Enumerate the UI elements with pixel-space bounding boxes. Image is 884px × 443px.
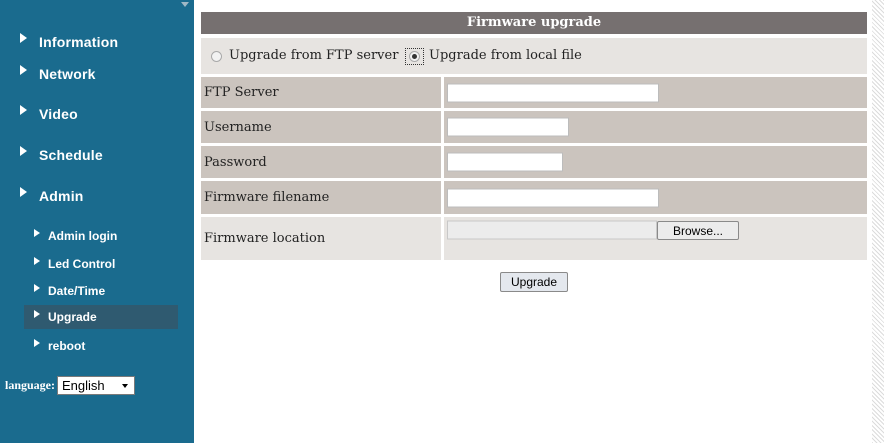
nav-date-time[interactable]: Date/Time bbox=[34, 284, 105, 298]
page-edge-shadow bbox=[872, 0, 884, 443]
nav-schedule[interactable]: Schedule bbox=[20, 146, 103, 163]
upgrade-button[interactable]: Upgrade bbox=[500, 272, 568, 292]
row-firmware-location: Firmware location Browse... bbox=[201, 217, 867, 260]
column-divider bbox=[441, 77, 444, 108]
firmware-location-label: Firmware location bbox=[204, 231, 326, 246]
username-input[interactable] bbox=[447, 117, 569, 137]
language-row: language: English bbox=[5, 376, 136, 395]
firmware-filename-input[interactable] bbox=[447, 188, 659, 207]
nav-led-control-label: Led Control bbox=[48, 257, 116, 271]
nav-information-label: Information bbox=[39, 34, 119, 50]
password-input[interactable] bbox=[447, 152, 563, 172]
triangle-right-icon bbox=[34, 339, 40, 347]
row-ftp-server: FTP Server bbox=[201, 77, 867, 108]
triangle-right-icon bbox=[34, 284, 40, 292]
nav-network-label: Network bbox=[39, 66, 96, 82]
nav-admin[interactable]: Admin bbox=[20, 187, 84, 204]
triangle-right-icon bbox=[20, 65, 27, 75]
row-username: Username bbox=[201, 111, 867, 143]
chevron-down-icon bbox=[122, 384, 129, 388]
nav-admin-login[interactable]: Admin login bbox=[34, 229, 117, 243]
nav-upgrade-label: Upgrade bbox=[48, 310, 97, 324]
page-title: Firmware upgrade bbox=[201, 12, 867, 34]
row-firmware-filename: Firmware filename bbox=[201, 181, 867, 214]
nav-video-label: Video bbox=[39, 106, 78, 122]
nav-reboot[interactable]: reboot bbox=[34, 339, 85, 353]
column-divider bbox=[441, 217, 444, 260]
radio-local-file[interactable] bbox=[409, 51, 420, 62]
ftp-server-label: FTP Server bbox=[204, 85, 279, 100]
nav-admin-label: Admin bbox=[39, 188, 84, 204]
column-divider bbox=[441, 111, 444, 143]
radio-ftp-label[interactable]: Upgrade from FTP server bbox=[229, 48, 398, 63]
language-label: language: bbox=[5, 378, 56, 392]
browse-button[interactable]: Browse... bbox=[657, 221, 739, 240]
nav-network[interactable]: Network bbox=[20, 65, 96, 82]
firmware-location-input[interactable] bbox=[447, 220, 657, 240]
nav-led-control[interactable]: Led Control bbox=[34, 257, 115, 271]
scroll-up-arrow-icon[interactable] bbox=[181, 2, 189, 7]
firmware-filename-label: Firmware filename bbox=[204, 190, 330, 205]
upgrade-source-row: Upgrade from FTP server Upgrade from loc… bbox=[201, 38, 867, 74]
column-divider bbox=[441, 146, 444, 178]
radio-ftp-server[interactable] bbox=[211, 51, 222, 62]
password-label: Password bbox=[204, 154, 267, 170]
nav-upgrade[interactable]: Upgrade bbox=[24, 305, 178, 329]
nav-date-time-label: Date/Time bbox=[48, 284, 106, 298]
nav-admin-login-label: Admin login bbox=[48, 229, 118, 243]
radio-local-label[interactable]: Upgrade from local file bbox=[429, 48, 582, 63]
language-select[interactable]: English bbox=[57, 376, 136, 395]
ftp-server-input[interactable] bbox=[447, 83, 659, 102]
nav-reboot-label: reboot bbox=[48, 339, 86, 353]
triangle-right-icon bbox=[20, 187, 27, 197]
sidebar: Information Network Video Schedule Admin… bbox=[0, 0, 194, 443]
nav-information[interactable]: Information bbox=[20, 33, 119, 50]
triangle-right-icon bbox=[34, 310, 40, 318]
row-password: Password bbox=[201, 146, 867, 178]
column-divider bbox=[441, 181, 444, 214]
nav-schedule-label: Schedule bbox=[39, 147, 103, 163]
triangle-right-icon bbox=[34, 229, 40, 237]
username-label: Username bbox=[204, 119, 272, 135]
triangle-right-icon bbox=[20, 105, 27, 115]
triangle-right-icon bbox=[34, 257, 40, 265]
language-selected-value: English bbox=[62, 378, 105, 393]
triangle-right-icon bbox=[20, 33, 27, 43]
triangle-right-icon bbox=[20, 146, 27, 156]
nav-video[interactable]: Video bbox=[20, 105, 78, 122]
